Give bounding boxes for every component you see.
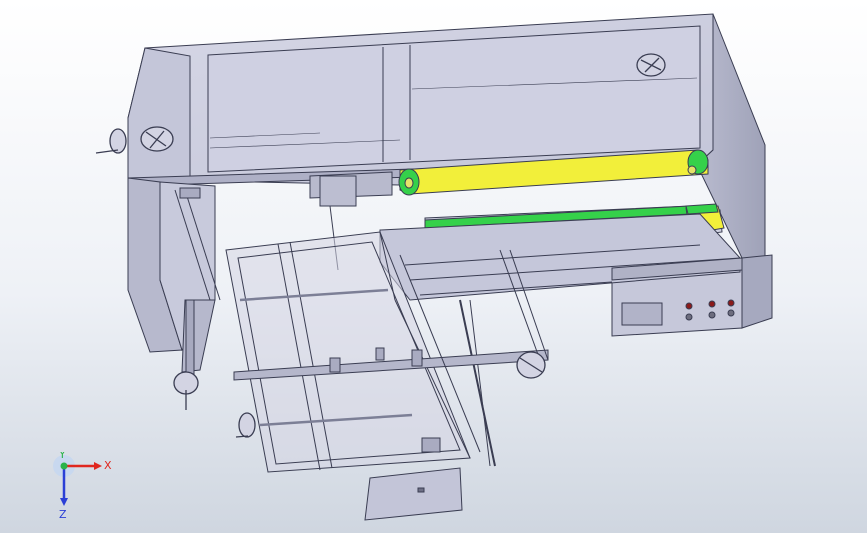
cad-viewport[interactable]: X Y Z bbox=[0, 0, 867, 533]
handwheel-center bbox=[516, 351, 546, 379]
coordinate-triad: X Y Z bbox=[53, 452, 112, 521]
handwheel-top-right bbox=[636, 53, 666, 77]
z-axis-label: Z bbox=[59, 508, 67, 521]
handwheel-side bbox=[95, 128, 127, 154]
left-frame bbox=[127, 177, 221, 381]
x-axis-label: X bbox=[104, 459, 112, 472]
bottom-plate bbox=[364, 467, 463, 521]
handwheel-bottom-left bbox=[235, 412, 256, 438]
handwheel-top-left bbox=[140, 126, 174, 152]
y-axis-label: Y bbox=[58, 452, 66, 461]
handwheel-lower-left bbox=[173, 371, 199, 410]
y-axis-dot-icon bbox=[60, 462, 68, 470]
